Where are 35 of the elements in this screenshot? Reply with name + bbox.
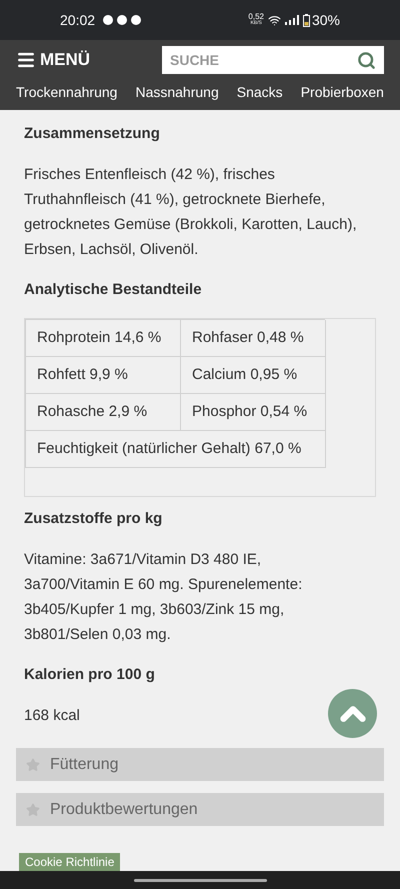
section-heading: Zusatzstoffe pro kg [24,509,164,529]
table-cell: Rohprotein 14,6 % [26,320,181,357]
nav-link[interactable]: Trockennahrung [16,82,118,103]
table-cell: Phosphor 0,54 % [181,394,326,431]
accordion-header[interactable]: Produktbewertungen [16,793,384,826]
table-cell: Rohfett 9,9 % [26,357,181,394]
section-text: Vitamine: 3a671/Vitamin D3 480 IE, 3a700/Vitamin E 60 mg. Spurenelemente: 3b405/Kupfer 1 mg, 3b603/Zink 15 mg, 3b801/Selen 0,03 mg. [24,550,304,645]
notification-icon [103,15,114,25]
section-heading: Kalorien pro 100 g [24,665,156,685]
nav-link[interactable]: Probierboxen [300,82,384,103]
network-speed: 0,52 [248,13,264,20]
nav-link[interactable]: Nassnahrung [135,82,219,103]
battery-level: 30% [312,10,340,30]
nav-link[interactable]: Snacks [236,82,283,103]
search-icon [357,50,376,70]
section-heading: Analytische Bestandteile [24,280,203,300]
wifi-icon [268,14,281,26]
search-bar[interactable]: SUCHE [162,46,384,74]
menu-button[interactable]: MENÜ [16,47,90,73]
section-text: 168 kcal [24,706,80,726]
table-cell: Rohasche 2,9 % [26,394,181,431]
search-field[interactable]: SUCHE [170,50,357,70]
section-heading: Zusammensetzung [24,124,161,144]
notification-icon [117,15,128,25]
accordion-header[interactable]: Fütterung [16,748,384,781]
table-cell: Calcium 0,95 % [181,357,326,394]
signal-icon [284,15,299,25]
battery-icon [302,14,310,26]
clock: 20:02 [60,10,96,30]
scroll-top-button[interactable] [328,689,377,738]
section-text: Frisches Entenfleisch (42 %), frisches Truthahnfleisch (41 %), getrocknete Bierhefe, getrocknetes Gemüse (Brokkoli, Karotten, Lauch), Erbsen, Lachsöl, Olivenöl. [24,165,358,260]
table-cell: Rohfaser 0,48 % [181,320,326,357]
notification-icon [131,15,142,25]
table-cell: Feuchtigkeit (natürlicher Gehalt) 67,0 % [26,431,326,468]
menu-icon [16,50,36,70]
